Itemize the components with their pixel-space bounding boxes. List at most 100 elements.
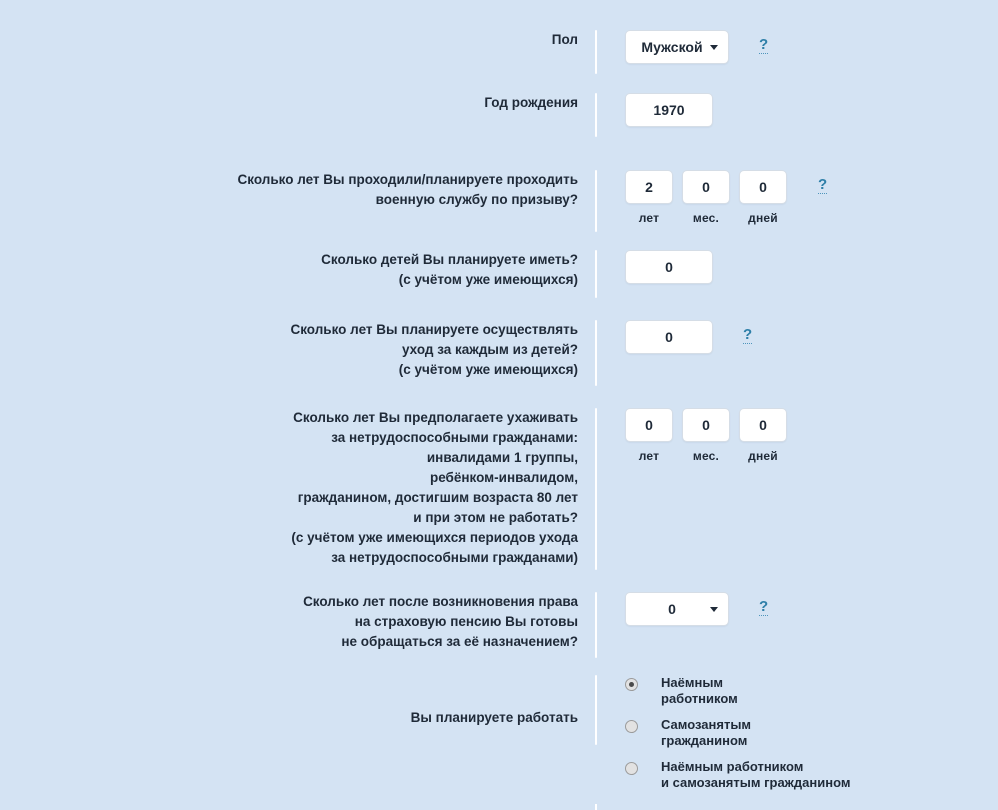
disabled-care-years: 0 лет xyxy=(625,408,673,463)
gender-select[interactable]: Мужской xyxy=(625,30,729,64)
military-service-months: 0 мес. xyxy=(682,170,730,225)
label-deferral-years-line1: Сколько лет после возникновения права xyxy=(303,594,578,609)
label-disabled-care-line4: ребёнком-инвалидом, xyxy=(429,470,578,485)
military-service-months-input[interactable]: 0 xyxy=(682,170,730,204)
unit-label-days: дней xyxy=(748,449,778,463)
field-deferral-years: 0 ? xyxy=(625,592,998,626)
row-divider xyxy=(595,30,597,74)
military-service-days: 0 дней xyxy=(739,170,787,225)
help-icon-gender[interactable]: ? xyxy=(759,37,769,54)
chevron-down-icon xyxy=(710,606,718,612)
label-employment: Вы планируете работать xyxy=(0,675,578,728)
employment-option-both-label: Наёмным работником и самозанятым граждан… xyxy=(661,759,850,791)
label-deferral-years-line2: на страховую пенсию Вы готовы xyxy=(354,614,578,629)
childcare-years-input[interactable]: 0 xyxy=(625,320,713,354)
form-row-gender: Пол Мужской ? xyxy=(0,30,998,74)
label-gender-text: Пол xyxy=(551,32,578,47)
radio-icon[interactable] xyxy=(625,720,638,733)
label-gender: Пол xyxy=(0,30,578,50)
field-gender: Мужской ? xyxy=(625,30,998,64)
field-birth-year: 1970 xyxy=(625,93,998,127)
form-row-childcare-years: Сколько лет Вы планируете осуществлять у… xyxy=(0,320,998,386)
label-children-count: Сколько детей Вы планируете иметь? (с уч… xyxy=(0,250,578,290)
employment-option-both-line1: Наёмным работником xyxy=(661,759,804,774)
bottom-divider xyxy=(595,804,597,810)
unit-label-years: лет xyxy=(638,449,660,463)
label-employment-text: Вы планируете работать xyxy=(410,710,578,725)
label-childcare-years-line1: Сколько лет Вы планируете осуществлять xyxy=(290,322,578,337)
radio-icon[interactable] xyxy=(625,762,638,775)
label-childcare-years: Сколько лет Вы планируете осуществлять у… xyxy=(0,320,578,380)
employment-radio-group: Наёмным работником Самозанятым гражданин… xyxy=(625,675,850,791)
field-children-count: 0 xyxy=(625,250,998,284)
label-deferral-years-line3: не обращаться за её назначением? xyxy=(341,634,578,649)
employment-option-employee-line2: работником xyxy=(661,691,738,706)
employment-option-employee[interactable]: Наёмным работником xyxy=(625,675,850,707)
form-row-employment: Вы планируете работать Наёмным работнико… xyxy=(0,675,998,791)
form-row-military-service: Сколько лет Вы проходили/планируете прох… xyxy=(0,170,998,232)
label-military-service: Сколько лет Вы проходили/планируете прох… xyxy=(0,170,578,210)
unit-label-days: дней xyxy=(748,211,778,225)
label-military-service-line1: Сколько лет Вы проходили/планируете прох… xyxy=(237,172,578,187)
disabled-care-months: 0 мес. xyxy=(682,408,730,463)
military-service-years: 2 лет xyxy=(625,170,673,225)
gender-select-value: Мужской xyxy=(641,39,703,55)
unit-label-months: мес. xyxy=(692,449,720,463)
pension-calculator-form: Пол Мужской ? Год рождения 1970 Сколько … xyxy=(0,0,998,810)
disabled-care-years-input[interactable]: 0 xyxy=(625,408,673,442)
label-disabled-care-line8: за нетрудоспособными гражданами) xyxy=(331,550,578,565)
help-icon-childcare-years[interactable]: ? xyxy=(743,327,753,344)
label-children-count-line2: (с учётом уже имеющихся) xyxy=(398,272,578,287)
deferral-years-select-value: 0 xyxy=(668,601,676,617)
military-service-years-input[interactable]: 2 xyxy=(625,170,673,204)
row-divider xyxy=(595,93,597,137)
label-childcare-years-line2: уход за каждым из детей? xyxy=(401,342,578,357)
label-deferral-years: Сколько лет после возникновения права на… xyxy=(0,592,578,652)
birth-year-input[interactable]: 1970 xyxy=(625,93,713,127)
help-icon-military-service[interactable]: ? xyxy=(818,177,828,194)
employment-option-employee-label: Наёмным работником xyxy=(661,675,738,707)
disabled-care-days-input[interactable]: 0 xyxy=(739,408,787,442)
field-military-service: 2 лет 0 мес. 0 дней ? xyxy=(625,170,998,225)
row-divider xyxy=(595,408,597,570)
employment-option-self-employed-line1: Самозанятым xyxy=(661,717,752,732)
employment-option-employee-line1: Наёмным xyxy=(661,675,724,690)
disabled-care-duration-group: 0 лет 0 мес. 0 дней xyxy=(625,408,796,463)
employment-option-self-employed[interactable]: Самозанятым гражданином xyxy=(625,717,850,749)
military-service-duration-group: 2 лет 0 мес. 0 дней xyxy=(625,170,796,225)
row-divider xyxy=(595,675,597,745)
row-divider xyxy=(595,320,597,386)
row-divider xyxy=(595,592,597,658)
disabled-care-months-input[interactable]: 0 xyxy=(682,408,730,442)
form-row-deferral-years: Сколько лет после возникновения права на… xyxy=(0,592,998,658)
field-childcare-years: 0 ? xyxy=(625,320,998,354)
field-disabled-care: 0 лет 0 мес. 0 дней xyxy=(625,408,998,463)
label-birth-year-text: Год рождения xyxy=(484,95,578,110)
deferral-years-select[interactable]: 0 xyxy=(625,592,729,626)
help-icon-deferral-years[interactable]: ? xyxy=(759,599,769,616)
label-disabled-care: Сколько лет Вы предполагаете ухаживать з… xyxy=(0,408,578,568)
employment-option-both[interactable]: Наёмным работником и самозанятым граждан… xyxy=(625,759,850,791)
label-disabled-care-line5: гражданином, достигшим возраста 80 лет xyxy=(297,490,578,505)
row-divider xyxy=(595,170,597,232)
field-employment: Наёмным работником Самозанятым гражданин… xyxy=(625,675,998,791)
row-divider xyxy=(595,250,597,298)
unit-label-months: мес. xyxy=(692,211,720,225)
employment-option-self-employed-label: Самозанятым гражданином xyxy=(661,717,751,749)
military-service-days-input[interactable]: 0 xyxy=(739,170,787,204)
radio-icon[interactable] xyxy=(625,678,638,691)
chevron-down-icon xyxy=(710,44,718,50)
label-military-service-line2: военную службу по призыву? xyxy=(375,192,578,207)
label-childcare-years-line3: (с учётом уже имеющихся) xyxy=(398,362,578,377)
label-disabled-care-line2: за нетрудоспособными гражданами: xyxy=(331,430,578,445)
form-row-children-count: Сколько детей Вы планируете иметь? (с уч… xyxy=(0,250,998,298)
disabled-care-days: 0 дней xyxy=(739,408,787,463)
label-disabled-care-line7: (с учётом уже имеющихся периодов ухода xyxy=(291,530,578,545)
label-children-count-line1: Сколько детей Вы планируете иметь? xyxy=(321,252,578,267)
children-count-input[interactable]: 0 xyxy=(625,250,713,284)
label-disabled-care-line6: и при этом не работать? xyxy=(413,510,578,525)
form-row-birth-year: Год рождения 1970 xyxy=(0,93,998,137)
label-disabled-care-line3: инвалидами 1 группы, xyxy=(426,450,578,465)
label-birth-year: Год рождения xyxy=(0,93,578,113)
employment-option-both-line2: и самозанятым гражданином xyxy=(661,775,851,790)
